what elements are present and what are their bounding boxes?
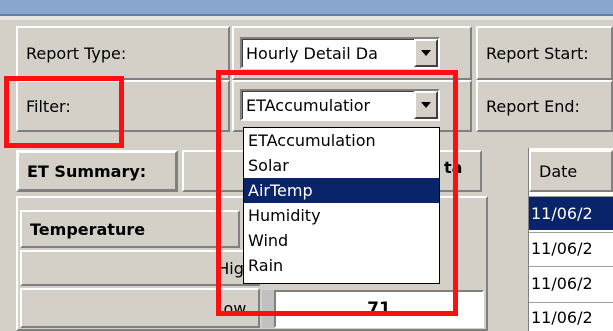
report-type-label: Report Type:: [16, 26, 230, 80]
date-row-1[interactable]: 11/06/2: [529, 196, 613, 230]
date-row-3[interactable]: 11/06/2: [529, 266, 613, 300]
date-row-2[interactable]: 11/06/2: [529, 232, 613, 264]
et-summary-label: ET Summary:: [16, 150, 178, 192]
annotation-box-filter-label: [4, 76, 124, 148]
annotation-box-filter-dropdown: [216, 70, 458, 316]
date-column-header[interactable]: Date: [529, 150, 613, 192]
temperature-heading: Temperature: [20, 210, 240, 248]
report-end-label: Report End:: [476, 80, 613, 132]
report-type-value: Hourly Detail Da: [246, 43, 378, 63]
chevron-down-icon: [421, 50, 431, 56]
report-type-dropdown-button[interactable]: [414, 39, 438, 67]
report-start-label: Report Start:: [476, 26, 613, 80]
window-header-bar: [0, 0, 613, 16]
report-type-select[interactable]: Hourly Detail Da: [240, 37, 440, 69]
header-divider: [0, 16, 613, 20]
date-row-4[interactable]: 11/06/2: [529, 302, 613, 331]
